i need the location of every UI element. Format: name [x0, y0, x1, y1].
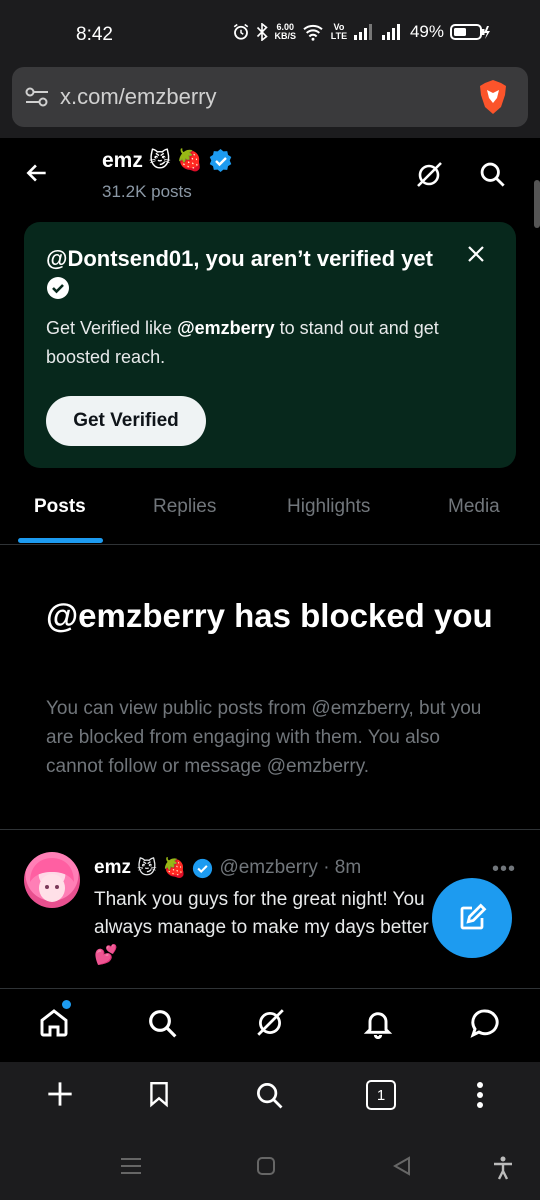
tab-replies[interactable]: Replies — [153, 496, 216, 518]
strawberry-emoji-icon: 🍓 — [176, 148, 203, 172]
url-field[interactable]: x.com/emzberry — [12, 67, 528, 127]
get-verified-button[interactable]: Get Verified — [46, 396, 206, 446]
url-text: x.com/emzberry — [60, 84, 217, 109]
search-icon[interactable] — [254, 1080, 284, 1110]
bluetooth-icon — [257, 23, 269, 41]
compose-button[interactable] — [432, 878, 512, 958]
compose-icon — [460, 903, 487, 930]
cat-emoji-icon: 😼 — [148, 149, 171, 172]
tab-highlights[interactable]: Highlights — [287, 496, 370, 518]
notifications-bell-icon[interactable] — [362, 1007, 394, 1039]
signal-icon-2 — [381, 24, 400, 40]
cat-emoji-icon: 😼 — [136, 857, 157, 879]
status-time: 8:42 — [76, 24, 113, 45]
close-icon[interactable] — [466, 244, 486, 264]
back-arrow-icon[interactable] — [24, 160, 50, 186]
wifi-icon — [303, 24, 323, 41]
posts-count: 31.2K posts — [102, 182, 192, 201]
alarm-icon — [234, 23, 249, 40]
card-title: @Dontsend01, you aren’t verified yet — [46, 244, 436, 304]
accessibility-icon[interactable] — [492, 1156, 514, 1180]
status-icons: 6.00 KB/S Vo LTE 49% — [232, 22, 490, 42]
status-bar: 8:42 6.00 KB/S Vo LTE 49% — [0, 0, 540, 64]
profile-name: emz — [102, 148, 143, 172]
verified-check-icon — [47, 277, 69, 299]
volte-badge: Vo LTE — [330, 22, 348, 41]
search-icon[interactable] — [146, 1007, 178, 1039]
grok-icon[interactable] — [414, 160, 444, 190]
tweet-author-name[interactable]: emz — [94, 857, 131, 879]
tweet-handle-time: @emzberry · 8m — [219, 857, 362, 878]
avatar[interactable] — [24, 852, 80, 908]
verified-badge-icon — [209, 148, 232, 172]
hearts-emoji-icon: 💕 — [94, 945, 118, 966]
more-options-icon[interactable]: ••• — [492, 858, 516, 881]
scrollbar[interactable] — [534, 180, 540, 228]
profile-tabs: Posts Replies Highlights Media — [0, 484, 540, 545]
divider — [0, 829, 540, 830]
site-settings-icon[interactable] — [24, 85, 50, 109]
search-icon[interactable] — [478, 160, 506, 188]
battery-icon — [450, 24, 490, 40]
tweet-header: emz 😼 🍓 @emzberry · 8m — [94, 856, 361, 880]
net-speed: 6.00 KB/S — [274, 22, 296, 41]
home-button-icon[interactable] — [256, 1156, 276, 1176]
bottom-navigation — [0, 989, 540, 1061]
strawberry-emoji-icon: 🍓 — [162, 858, 187, 879]
tab-posts[interactable]: Posts — [34, 496, 86, 518]
signal-icon — [353, 24, 372, 40]
browser-toolbar: 1 — [0, 1062, 540, 1134]
bookmark-icon[interactable] — [146, 1080, 172, 1108]
card-handle: @emzberry — [177, 318, 275, 338]
menu-dots-icon[interactable] — [470, 1080, 490, 1110]
recents-icon[interactable] — [120, 1156, 142, 1176]
verified-badge-icon — [193, 858, 213, 878]
home-icon[interactable] — [38, 1007, 70, 1039]
tweet-text: Thank you guys for the great night! You … — [94, 889, 429, 966]
messages-icon[interactable] — [468, 1007, 502, 1039]
blocked-description: You can view public posts from @emzberry… — [46, 698, 482, 777]
get-verified-card: @Dontsend01, you aren’t verified yet Get… — [24, 222, 516, 468]
profile-name-row: emz 😼 🍓 — [102, 148, 233, 173]
unread-dot — [62, 1000, 71, 1009]
avatar-image — [30, 858, 74, 902]
tab-switcher-button[interactable]: 1 — [366, 1080, 396, 1110]
active-tab-indicator — [18, 538, 103, 543]
grok-icon[interactable] — [254, 1007, 286, 1039]
system-navigation-bar — [0, 1134, 540, 1200]
new-tab-plus-icon[interactable] — [46, 1080, 74, 1108]
battery-percent: 49% — [409, 22, 444, 41]
tab-media[interactable]: Media — [448, 496, 500, 518]
brave-shields-icon[interactable] — [476, 79, 510, 115]
browser-address-bar: x.com/emzberry — [0, 64, 540, 138]
back-triangle-icon[interactable] — [392, 1156, 412, 1176]
card-description: Get Verified like @emzberry to stand out… — [46, 318, 439, 367]
blocked-title: @emzberry has blocked you — [46, 597, 493, 634]
